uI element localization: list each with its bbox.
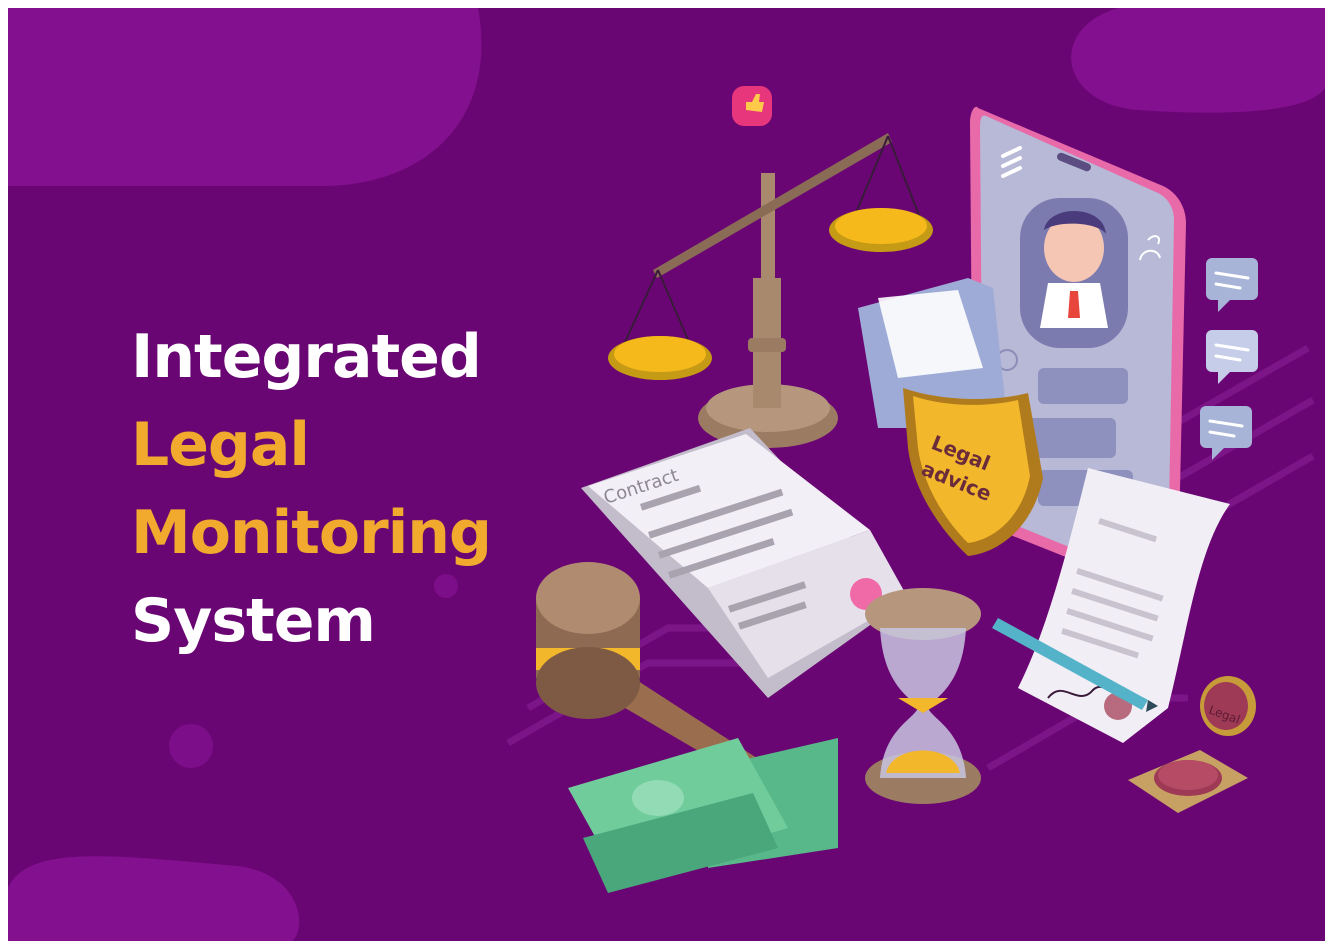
headline-line-system: System <box>131 586 376 656</box>
headline-line-monitoring: Monitoring <box>131 498 492 568</box>
chat-bubble-icons <box>1200 258 1258 460</box>
like-icon <box>732 86 772 126</box>
corner-blob-top-right <box>1071 8 1325 113</box>
headline: Integrated Legal Monitoring System <box>131 313 492 665</box>
headline-line-integrated: Integrated <box>131 322 482 392</box>
dot-decoration <box>169 724 213 768</box>
corner-blob-top-left <box>8 8 482 186</box>
page-canvas: Legal advice Contract Legal Integrated L… <box>0 0 1333 949</box>
banner: Legal advice Contract Legal Integrated L… <box>8 8 1325 941</box>
headline-line-legal: Legal <box>131 410 310 480</box>
